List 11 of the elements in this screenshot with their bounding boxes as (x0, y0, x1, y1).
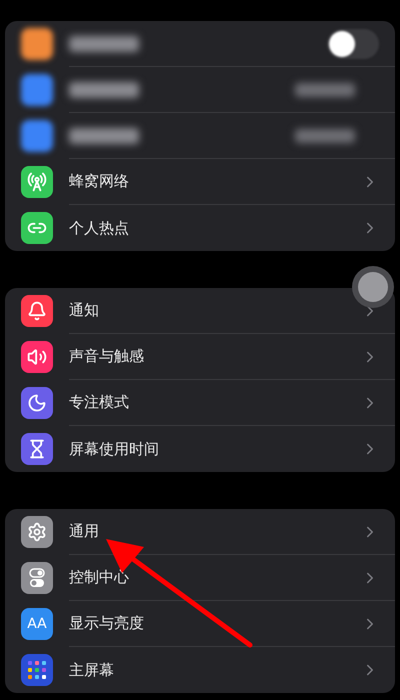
text-size-icon: AA (27, 617, 47, 631)
settings-label[interactable]: 控制中心 (69, 566, 129, 589)
settings-label[interactable]: 个人热点 (69, 216, 129, 240)
settings-label[interactable]: 通用 (69, 520, 99, 543)
settings-label[interactable]: 屏幕使用时间 (69, 438, 159, 460)
settings-label[interactable]: 声音与触感 (69, 345, 144, 368)
settings-label[interactable]: 蜂窝网络 (69, 170, 129, 193)
settings-label[interactable]: 主屏幕 (69, 658, 114, 682)
settings-label[interactable]: 通知 (69, 299, 99, 322)
settings-label[interactable]: 显示与亮度 (69, 612, 144, 635)
settings-label[interactable]: 专注模式 (69, 391, 129, 414)
